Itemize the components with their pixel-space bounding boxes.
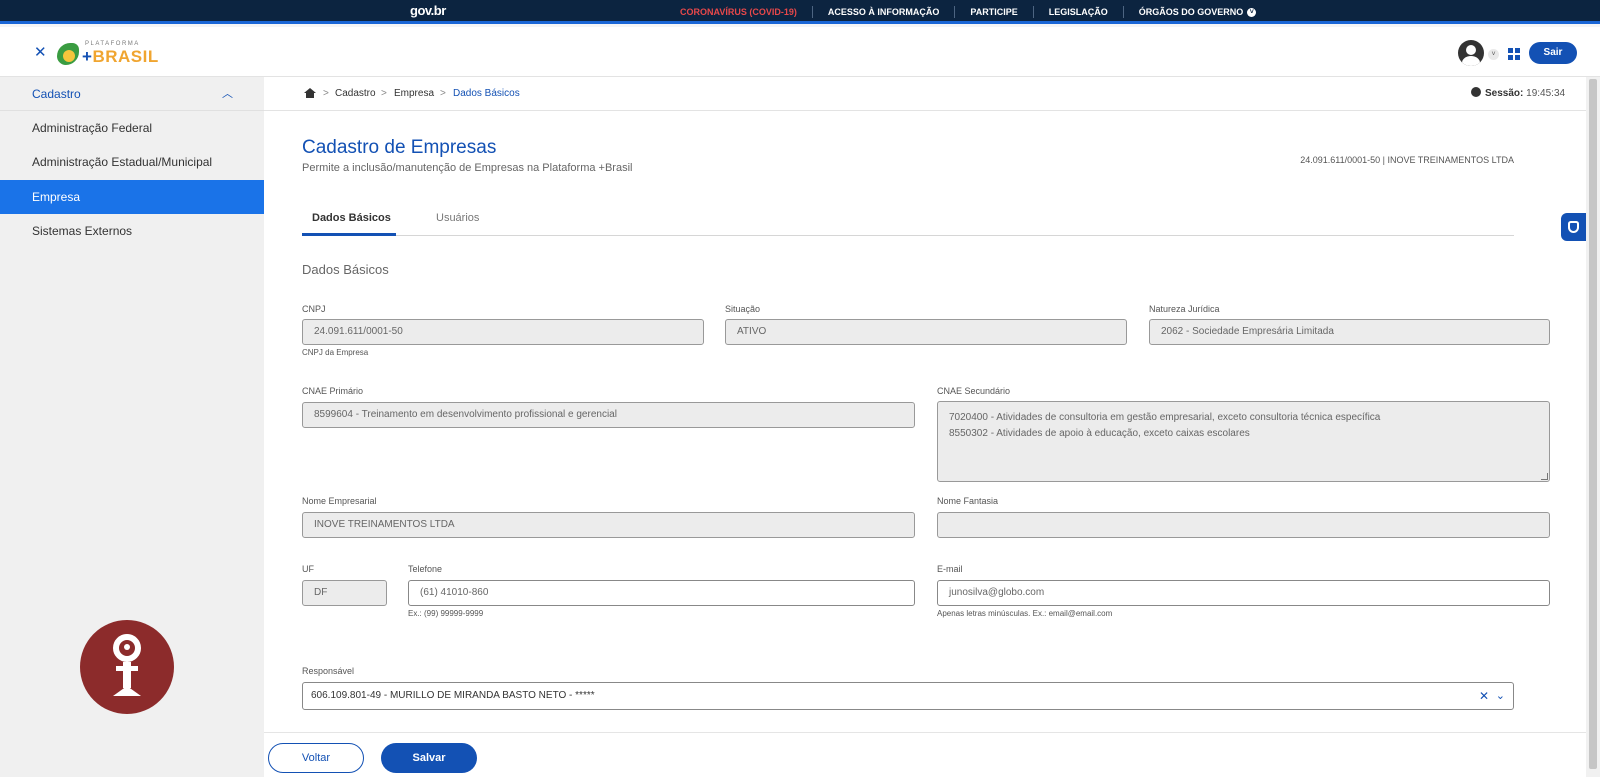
tab-usuarios[interactable]: Usuários: [436, 212, 479, 224]
uf-label: UF: [302, 564, 314, 574]
chevron-up-icon: ︿: [222, 88, 233, 100]
sidebar-section-cadastro[interactable]: Cadastro ︿: [0, 77, 264, 111]
session-label: Sessão:: [1485, 88, 1524, 99]
cnpj-field[interactable]: 24.091.611/0001-50: [302, 319, 704, 345]
session-timer: Sessão: 19:45:34: [1471, 87, 1565, 99]
active-tab-indicator: [302, 233, 396, 236]
cnpj-hint: CNPJ da Empresa: [302, 348, 369, 357]
gov-link-orgaos-label: ÓRGÃOS DO GOVERNO: [1138, 7, 1244, 17]
breadcrumb-empresa[interactable]: Empresa: [394, 88, 434, 99]
nome-fantasia-label: Nome Fantasia: [937, 496, 999, 506]
breadcrumb-cadastro[interactable]: Cadastro: [335, 88, 376, 99]
brand-main-text: BRASIL: [92, 47, 159, 66]
watermark-logo: [80, 620, 174, 714]
scrollbar-thumb[interactable]: [1589, 79, 1597, 769]
sidebar-item-empresa[interactable]: Empresa: [0, 180, 264, 214]
nome-empresarial-label: Nome Empresarial: [302, 496, 377, 506]
cnae-primario-label: CNAE Primário: [302, 386, 364, 396]
chevron-down-icon[interactable]: ˅: [1488, 49, 1499, 60]
situacao-label: Situação: [725, 304, 761, 314]
sidebar-section-label: Cadastro: [32, 87, 81, 101]
uf-field[interactable]: DF: [302, 580, 387, 606]
tabs: Dados Básicos Usuários: [302, 202, 1514, 236]
gov-links: CORONAVÍRUS (COVID-19) ACESSO À INFORMAÇ…: [668, 0, 1271, 24]
natureza-juridica-label: Natureza Jurídica: [1149, 304, 1220, 314]
back-button[interactable]: Voltar: [268, 743, 364, 773]
session-time: 19:45:34: [1526, 88, 1566, 99]
telefone-label: Telefone: [408, 564, 443, 574]
email-label: E-mail: [937, 564, 963, 574]
sidebar-item-administracao-estadual[interactable]: Administração Estadual/Municipal: [0, 145, 264, 179]
chevron-down-icon: ˅: [1247, 8, 1257, 18]
responsavel-select[interactable]: 606.109.801-49 - MURILLO DE MIRANDA BAST…: [302, 682, 1514, 710]
cnpj-label: CNPJ: [302, 304, 326, 314]
form-actions: Voltar Salvar: [264, 732, 1586, 777]
app-header: ✕ PLATAFORMA +BRASIL ˅ Sair: [0, 27, 1600, 77]
sidebar-item-administracao-federal[interactable]: Administração Federal: [0, 111, 264, 145]
natureza-juridica-field[interactable]: 2062 - Sociedade Empresária Limitada: [1149, 319, 1550, 345]
email-hint: Apenas letras minúsculas. Ex.: email@ema…: [937, 609, 1113, 618]
breadcrumb: > Cadastro > Empresa > Dados Básicos Ses…: [264, 77, 1586, 111]
cnae-secundario-textarea[interactable]: 7020400 - Atividades de consultoria em g…: [937, 401, 1550, 482]
clock-icon: [1471, 87, 1481, 97]
tab-dados-basicos[interactable]: Dados Básicos: [312, 212, 391, 224]
responsavel-label: Responsável: [302, 666, 355, 676]
gov-link-legislacao[interactable]: LEGISLAÇÃO: [1034, 6, 1124, 18]
gov-top-bar: gov.br CORONAVÍRUS (COVID-19) ACESSO À I…: [0, 0, 1600, 24]
plataforma-brasil-logo[interactable]: PLATAFORMA +BRASIL: [57, 41, 158, 67]
nome-fantasia-field[interactable]: [937, 512, 1550, 538]
company-identifier: 24.091.611/0001-50 | INOVE TREINAMENTOS …: [1300, 155, 1514, 165]
situacao-field[interactable]: ATIVO: [725, 319, 1127, 345]
responsavel-value: 606.109.801-49 - MURILLO DE MIRANDA BAST…: [311, 690, 595, 701]
telefone-input[interactable]: (61) 41010-860: [408, 580, 915, 606]
scrollbar[interactable]: [1586, 77, 1600, 777]
gov-link-acesso-informacao[interactable]: ACESSO À INFORMAÇÃO: [813, 6, 956, 18]
cnae-secundario-label: CNAE Secundário: [937, 386, 1011, 396]
chevron-down-icon[interactable]: ⌄: [1496, 683, 1505, 709]
gov-link-participe[interactable]: PARTICIPE: [955, 6, 1034, 18]
resize-handle-icon[interactable]: [1541, 473, 1548, 480]
cnae-secundario-line: 7020400 - Atividades de consultoria em g…: [949, 412, 1381, 423]
save-button[interactable]: Salvar: [381, 743, 477, 773]
home-icon[interactable]: [304, 88, 316, 98]
accessibility-vlibras-icon[interactable]: [1561, 213, 1586, 241]
email-input[interactable]: junosilva@globo.com: [937, 580, 1550, 606]
brand-plus: +: [82, 47, 93, 66]
clear-icon[interactable]: ✕: [1479, 683, 1489, 709]
logout-button[interactable]: Sair: [1529, 42, 1577, 64]
close-menu-icon[interactable]: ✕: [34, 43, 47, 61]
breadcrumb-dados-basicos: Dados Básicos: [453, 88, 520, 99]
gov-link-orgaos[interactable]: ÓRGÃOS DO GOVERNO ˅: [1124, 6, 1272, 18]
main-content: > Cadastro > Empresa > Dados Básicos Ses…: [264, 77, 1586, 732]
cnae-secundario-line: 8550302 - Atividades de apoio à educação…: [949, 428, 1250, 439]
gov-link-covid[interactable]: CORONAVÍRUS (COVID-19): [668, 6, 813, 18]
sidebar: Cadastro ︿ Administração Federal Adminis…: [0, 77, 264, 777]
apps-grid-icon[interactable]: [1508, 48, 1520, 60]
cnae-primario-field[interactable]: 8599604 - Treinamento em desenvolvimento…: [302, 402, 915, 428]
user-avatar-icon[interactable]: [1458, 40, 1484, 66]
sidebar-item-sistemas-externos[interactable]: Sistemas Externos: [0, 214, 264, 248]
section-title: Dados Básicos: [302, 262, 389, 277]
page-title: Cadastro de Empresas: [302, 137, 497, 158]
govbr-logo[interactable]: gov.br: [410, 3, 446, 18]
telefone-hint: Ex.: (99) 99999-9999: [408, 609, 484, 618]
page-subtitle: Permite a inclusão/manutenção de Empresa…: [302, 162, 633, 174]
nome-empresarial-field[interactable]: INOVE TREINAMENTOS LTDA: [302, 512, 915, 538]
